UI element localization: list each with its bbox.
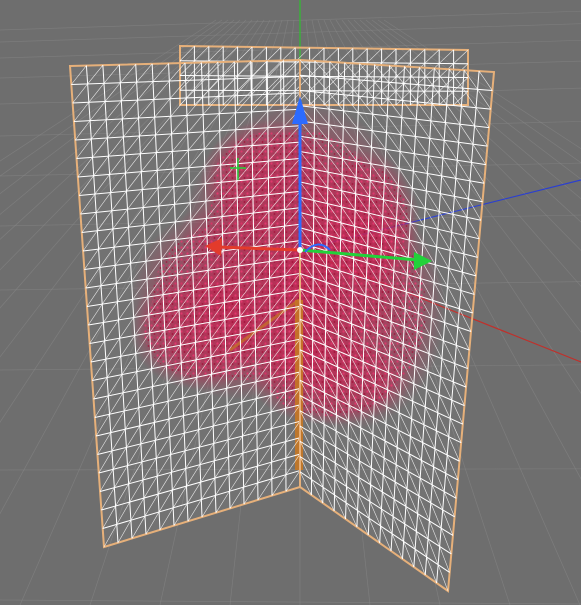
floor-grid-line bbox=[0, 23, 581, 43]
billboard-plane-left[interactable] bbox=[68, 58, 301, 549]
viewport-canvas[interactable] bbox=[0, 0, 581, 605]
floor-grid-line bbox=[0, 10, 581, 31]
3d-viewport[interactable] bbox=[0, 0, 581, 605]
floor-grid-line bbox=[0, 599, 581, 605]
billboard-plane-right[interactable] bbox=[299, 58, 496, 593]
right-plane-outline bbox=[299, 58, 496, 593]
gizmo-origin bbox=[297, 247, 303, 253]
